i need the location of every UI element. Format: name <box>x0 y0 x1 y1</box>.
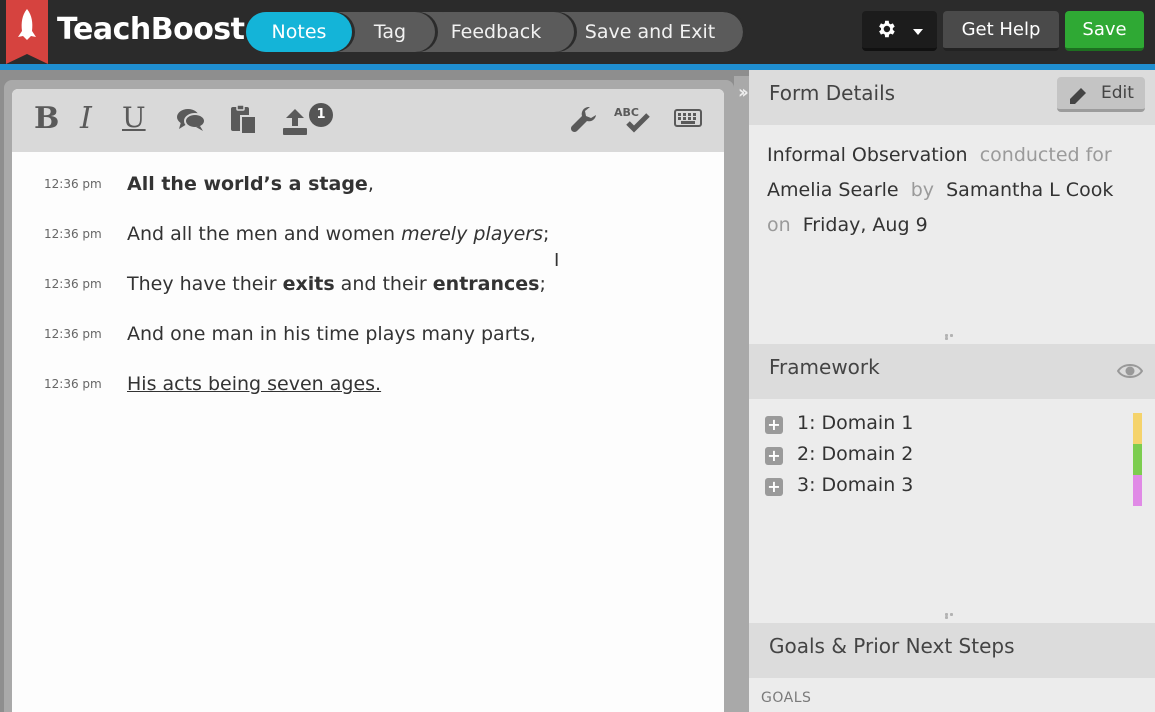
upload-icon[interactable] <box>282 109 310 139</box>
note-row[interactable]: 12:36 pm They have their exits and their… <box>12 252 724 302</box>
edit-button[interactable]: Edit <box>1057 77 1145 112</box>
note-text[interactable]: His acts being seven ages. <box>127 373 381 395</box>
edit-button-label: Edit <box>1101 83 1134 103</box>
note-row[interactable]: 12:36 pm All the world’s a stage, <box>12 152 724 202</box>
clipboard-icon[interactable] <box>230 104 258 139</box>
workflow-steps: Save and Exit Feedback Tag Notes <box>246 12 743 52</box>
note-text-bold: All the world’s a stage <box>127 173 368 195</box>
expand-plus-icon[interactable]: + <box>765 416 783 434</box>
note-timestamp: 12:36 pm <box>44 327 102 341</box>
domain-color-bar <box>1133 444 1142 475</box>
note-text-italic: merely players <box>401 223 543 245</box>
note-timestamp: 12:36 pm <box>44 177 102 191</box>
note-text[interactable]: And one man in his time plays many parts… <box>127 323 536 345</box>
note-text-bold: exits <box>282 273 335 295</box>
eye-icon[interactable] <box>1116 362 1144 384</box>
chevron-down-icon <box>913 29 923 35</box>
domain-label: 2: Domain 2 <box>797 443 914 465</box>
resize-handle[interactable] <box>945 613 959 619</box>
note-text[interactable]: And all the men and women merely players… <box>127 223 549 245</box>
domain-color-bar <box>1133 413 1142 444</box>
form-details-body: Informal Observation conducted for Ameli… <box>767 138 1147 243</box>
note-row[interactable]: 12:36 pm And one man in his time plays m… <box>12 302 724 352</box>
step-save-and-exit-label: Save and Exit <box>584 21 716 43</box>
by-label: by <box>910 179 935 201</box>
form-details-header: Form Details Edit <box>749 70 1155 125</box>
get-help-button[interactable]: Get Help <box>943 11 1059 51</box>
step-notes[interactable]: Notes <box>246 12 352 52</box>
wrench-icon[interactable] <box>570 105 598 137</box>
editor-toolbar: B I U 1 ABC <box>12 89 724 152</box>
form-details-title: Form Details <box>769 81 896 105</box>
rocket-logo-icon <box>6 0 48 64</box>
spellcheck-icon[interactable] <box>626 113 650 137</box>
step-notes-label: Notes <box>271 21 327 43</box>
expand-plus-icon[interactable]: + <box>765 478 783 496</box>
observation-date: Friday, Aug 9 <box>802 214 928 236</box>
save-button[interactable]: Save <box>1065 11 1144 51</box>
goals-header: Goals & Prior Next Steps <box>749 623 1155 678</box>
domain-label: 3: Domain 3 <box>797 474 914 496</box>
form-type: Informal Observation <box>767 144 968 166</box>
bold-icon[interactable]: B <box>34 101 59 136</box>
conducted-for-label: conducted for <box>979 144 1112 166</box>
note-text[interactable]: All the world’s a stage, <box>127 173 374 195</box>
note-row[interactable]: 12:36 pm His acts being seven ages. <box>12 352 724 402</box>
collapse-panel-icon[interactable]: ›› <box>738 82 749 103</box>
on-label: on <box>767 214 791 236</box>
underline-icon[interactable]: U <box>122 101 146 134</box>
pencil-icon <box>1069 84 1087 116</box>
goals-subheading: GOALS <box>761 690 812 706</box>
framework-title: Framework <box>769 355 880 379</box>
framework-domain-item[interactable]: + 3: Domain 3 <box>765 473 1065 504</box>
domain-label: 1: Domain 1 <box>797 412 914 434</box>
domain-color-bar <box>1133 475 1142 506</box>
framework-domain-item[interactable]: + 1: Domain 1 <box>765 411 1065 442</box>
note-text-bold: entrances <box>432 273 540 295</box>
comment-icon[interactable] <box>176 107 206 137</box>
note-timestamp: 12:36 pm <box>44 227 102 241</box>
goals-title: Goals & Prior Next Steps <box>769 634 1015 658</box>
step-feedback-label: Feedback <box>450 21 542 43</box>
brand-name[interactable]: TeachBoost <box>57 12 245 47</box>
settings-dropdown-button[interactable] <box>862 11 937 51</box>
note-text[interactable]: They have their exits and their entrance… <box>127 273 546 295</box>
gear-icon <box>875 18 897 44</box>
expand-plus-icon[interactable]: + <box>765 447 783 465</box>
notes-editor[interactable]: B I U 1 ABC 12:36 pm All the world’s a s… <box>12 89 724 712</box>
framework-domain-item[interactable]: + 2: Domain 2 <box>765 442 1065 473</box>
note-row[interactable]: 12:36 pm And all the men and women merel… <box>12 202 724 252</box>
note-timestamp: 12:36 pm <box>44 277 102 291</box>
step-feedback[interactable]: Feedback <box>424 12 574 52</box>
attachment-count-badge: 1 <box>309 103 333 127</box>
framework-header: Framework <box>749 344 1155 399</box>
step-tag-label: Tag <box>373 21 407 43</box>
right-panel: Form Details Edit Informal Observation c… <box>749 70 1155 712</box>
italic-icon[interactable]: I <box>80 101 92 136</box>
text-cursor-icon: I <box>554 250 560 271</box>
step-tag[interactable]: Tag <box>341 12 435 52</box>
note-timestamp: 12:36 pm <box>44 377 102 391</box>
teacher-name: Amelia Searle <box>767 179 899 201</box>
resize-handle[interactable] <box>945 334 959 340</box>
panel-gutter <box>734 76 749 712</box>
keyboard-icon[interactable] <box>674 109 702 131</box>
observer-name: Samantha L Cook <box>946 179 1114 201</box>
